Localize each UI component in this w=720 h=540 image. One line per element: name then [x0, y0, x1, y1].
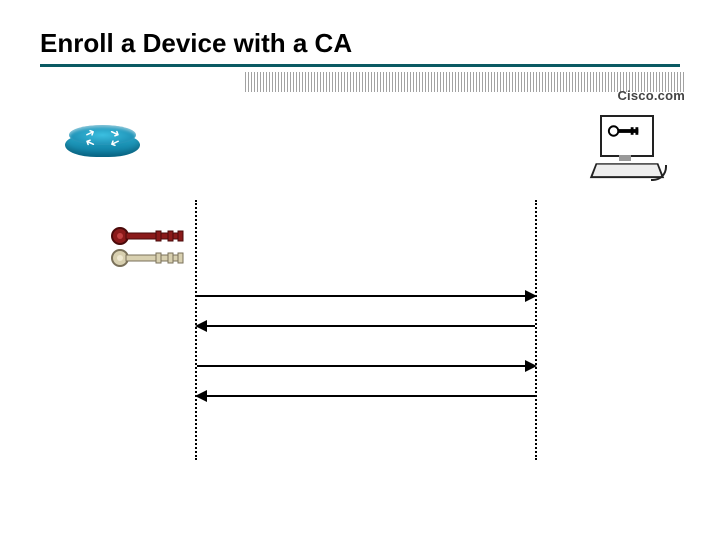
key-private-icon: [108, 225, 198, 247]
router-icon: ➜ ➜ ➜ ➜: [65, 125, 140, 165]
title-underline: [40, 64, 680, 67]
lifeline-ca: [535, 200, 537, 460]
key-public-icon: [108, 247, 198, 269]
message-arrow-2: [197, 325, 535, 327]
brand-text: Cisco.com: [617, 88, 685, 103]
brand-logo: Cisco.com: [617, 88, 685, 103]
generated-keypair: [108, 225, 198, 275]
message-arrow-4: [197, 395, 535, 397]
slide: Enroll a Device with a CA Cisco.com ➜ ➜ …: [0, 0, 720, 540]
message-arrow-3: [197, 365, 535, 367]
page-title: Enroll a Device with a CA: [40, 28, 352, 59]
key-ca-icon: [606, 123, 644, 139]
ca-server-icon: [585, 115, 665, 180]
message-arrow-1: [197, 295, 535, 297]
